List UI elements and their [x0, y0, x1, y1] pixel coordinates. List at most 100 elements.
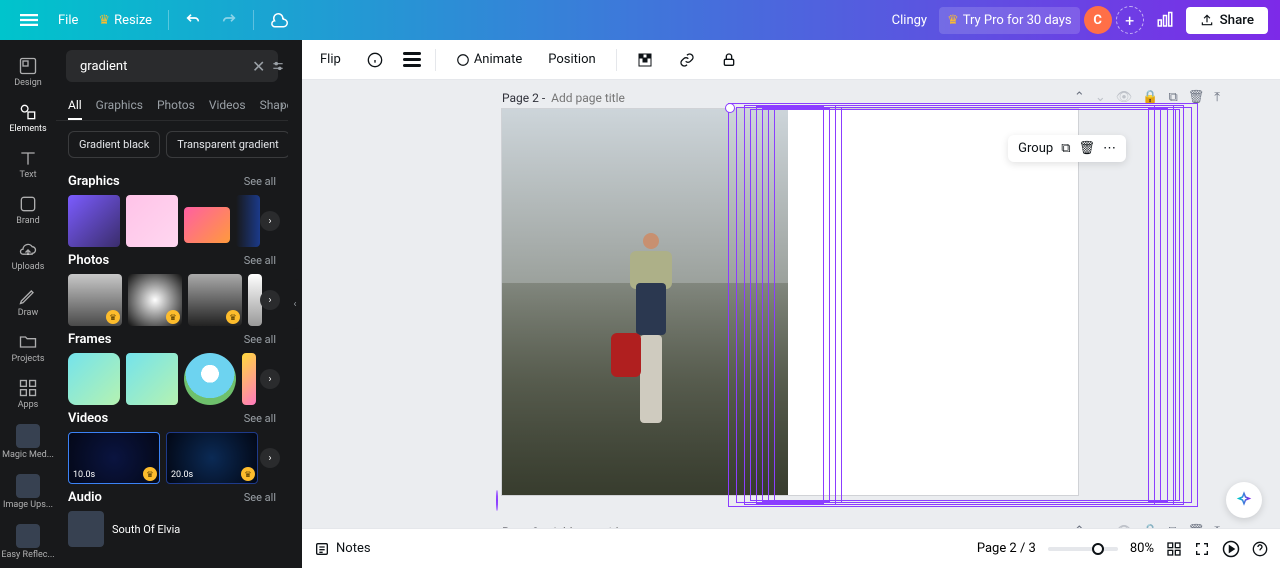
- hiker-photo[interactable]: [502, 109, 788, 495]
- clear-search-button[interactable]: ✕: [252, 57, 265, 75]
- audio-item[interactable]: South Of Elvia: [68, 511, 276, 547]
- lock-button[interactable]: [715, 48, 743, 72]
- add-member-button[interactable]: +: [1116, 6, 1144, 34]
- present-button[interactable]: [1222, 540, 1240, 558]
- page-down-button[interactable]: ⌄: [1095, 90, 1106, 105]
- scroll-right-button[interactable]: ›: [260, 211, 280, 231]
- photo-thumb[interactable]: ♛: [68, 274, 122, 326]
- file-button[interactable]: File: [50, 7, 86, 34]
- page-lock-button[interactable]: 🔒: [1142, 90, 1158, 105]
- graphic-thumb[interactable]: [184, 207, 230, 243]
- page-down-button[interactable]: ⌄: [1095, 524, 1106, 528]
- page-up-button[interactable]: ⌃: [1074, 90, 1085, 105]
- video-thumb[interactable]: 20.0s♛: [166, 432, 258, 484]
- search-input[interactable]: [80, 59, 246, 74]
- see-all-audio[interactable]: See all: [244, 491, 276, 504]
- scroll-right-button[interactable]: ›: [260, 369, 280, 389]
- graphic-thumb[interactable]: [68, 195, 120, 247]
- page-2-canvas[interactable]: Group ⧉ 🗑 ⋯: [502, 109, 1078, 495]
- position-button[interactable]: Position: [542, 48, 601, 71]
- frame-thumb[interactable]: [184, 353, 236, 405]
- notes-button[interactable]: Notes: [314, 541, 371, 557]
- delete-button[interactable]: 🗑: [1078, 141, 1095, 156]
- see-all-frames[interactable]: See all: [244, 333, 276, 346]
- animate-button[interactable]: Animate: [450, 48, 528, 71]
- tab-videos[interactable]: Videos: [209, 92, 246, 120]
- help-button[interactable]: [1252, 541, 1268, 557]
- scroll-right-button[interactable]: ›: [260, 290, 280, 310]
- rail-elements[interactable]: Elements: [0, 96, 56, 140]
- frame-thumb[interactable]: [242, 353, 256, 405]
- rail-apps[interactable]: Apps: [0, 372, 56, 416]
- see-all-graphics[interactable]: See all: [244, 175, 276, 188]
- share-button[interactable]: Share: [1186, 7, 1268, 34]
- grid-view-button[interactable]: [1166, 541, 1182, 557]
- upload-icon: [1200, 13, 1214, 27]
- link-button[interactable]: [673, 48, 701, 72]
- selection-handle[interactable]: [725, 103, 735, 113]
- redo-button[interactable]: [213, 6, 245, 34]
- graphic-thumb[interactable]: [126, 195, 178, 247]
- see-all-videos[interactable]: See all: [244, 412, 276, 425]
- collapse-panel-button[interactable]: ‹: [288, 40, 302, 568]
- frame-thumb[interactable]: [68, 353, 120, 405]
- photo-thumb[interactable]: ♛: [188, 274, 242, 326]
- group-button[interactable]: Group: [1018, 141, 1053, 156]
- selection-handle-corner[interactable]: [496, 490, 498, 511]
- zoom-value[interactable]: 80%: [1130, 541, 1154, 556]
- tab-photos[interactable]: Photos: [157, 92, 195, 120]
- page-hide-button[interactable]: 👁: [1116, 524, 1133, 528]
- cloud-upload-icon: [18, 240, 38, 260]
- scroll-right-button[interactable]: ›: [260, 448, 280, 468]
- tabs-more-button[interactable]: ›: [280, 98, 284, 112]
- rail-image-upscale[interactable]: Image Ups...: [0, 468, 56, 516]
- graphic-thumb[interactable]: [236, 195, 260, 247]
- page-delete-button[interactable]: 🗑: [1188, 90, 1205, 105]
- elements-panel: ✕ All Graphics Photos Videos Shapes › Gr…: [56, 40, 288, 568]
- share-label: Share: [1220, 13, 1254, 28]
- page-title-input[interactable]: [551, 91, 691, 105]
- tab-all[interactable]: All: [68, 92, 82, 120]
- zoom-slider[interactable]: [1048, 547, 1118, 551]
- menu-button[interactable]: [12, 5, 46, 35]
- document-title-input[interactable]: [807, 13, 927, 28]
- undo-button[interactable]: [177, 6, 209, 34]
- fullscreen-button[interactable]: [1194, 541, 1210, 557]
- info-button[interactable]: [361, 48, 389, 72]
- chip-gradient-black[interactable]: Gradient black: [68, 131, 160, 158]
- page-duplicate-button[interactable]: ⧉: [1168, 90, 1177, 105]
- video-thumb[interactable]: 10.0s♛: [68, 432, 160, 484]
- rail-design[interactable]: Design: [0, 50, 56, 94]
- flip-button[interactable]: Flip: [314, 48, 347, 71]
- rail-easy-reflect[interactable]: Easy Reflec...: [0, 518, 56, 566]
- rail-projects[interactable]: Projects: [0, 326, 56, 370]
- duplicate-button[interactable]: ⧉: [1061, 141, 1070, 156]
- user-avatar[interactable]: C: [1084, 6, 1112, 34]
- rail-text[interactable]: Text: [0, 142, 56, 186]
- search-field[interactable]: ✕: [66, 50, 278, 82]
- section-videos-title: Videos: [68, 411, 108, 426]
- photo-thumb[interactable]: ♛: [128, 274, 182, 326]
- rail-brand[interactable]: Brand: [0, 188, 56, 232]
- resize-button[interactable]: ♛ Resize: [90, 7, 160, 34]
- assistant-fab[interactable]: [1226, 482, 1262, 518]
- transparency-button[interactable]: [631, 48, 659, 72]
- cloud-sync-button[interactable]: [262, 5, 296, 35]
- rail-uploads[interactable]: Uploads: [0, 234, 56, 278]
- tab-graphics[interactable]: Graphics: [96, 92, 143, 120]
- rail-draw[interactable]: Draw: [0, 280, 56, 324]
- page-add-button[interactable]: ⤒: [1214, 90, 1220, 105]
- layers-button[interactable]: [403, 52, 421, 67]
- insights-button[interactable]: [1148, 5, 1182, 35]
- premium-badge: ♛: [241, 467, 255, 481]
- rail-magic-media[interactable]: Magic Med...: [0, 418, 56, 466]
- chip-transparent-gradient[interactable]: Transparent gradient: [166, 131, 290, 158]
- try-pro-button[interactable]: ♛ Try Pro for 30 days: [939, 7, 1080, 34]
- frame-thumb[interactable]: [126, 353, 178, 405]
- search-filter-button[interactable]: [271, 57, 285, 75]
- info-icon: [367, 52, 383, 68]
- see-all-photos[interactable]: See all: [244, 254, 276, 267]
- page-hide-button[interactable]: 👁: [1116, 90, 1133, 105]
- more-button[interactable]: ⋯: [1103, 141, 1116, 156]
- page-counter[interactable]: Page 2 / 3: [977, 541, 1036, 556]
